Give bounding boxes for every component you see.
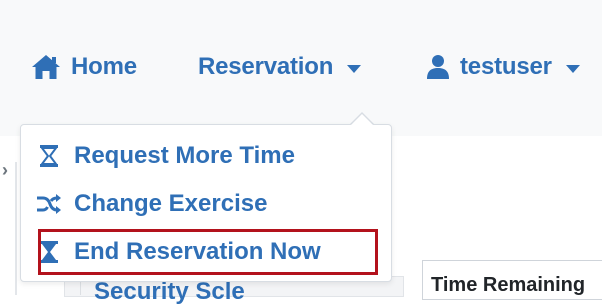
dropdown-arrow-fill <box>351 114 373 125</box>
time-remaining-box: Time Remaining <box>422 260 602 300</box>
time-remaining-label: Time Remaining <box>431 274 586 296</box>
sidebar-divider <box>15 162 17 295</box>
sidebar-toggle-icon[interactable]: › <box>2 160 8 181</box>
caret-down-icon <box>565 64 580 73</box>
nav-reservation-dropdown[interactable]: Reservation <box>198 52 362 82</box>
nav-reservation-label: Reservation <box>198 53 334 80</box>
nav-home[interactable]: Home <box>31 52 137 82</box>
nav-user-dropdown[interactable]: testuser <box>426 52 580 82</box>
menu-item-label: Change Exercise <box>74 190 268 217</box>
nav-home-label: Home <box>71 53 137 80</box>
shuffle-icon <box>36 193 62 215</box>
top-navbar: Home Reservation testuser <box>0 0 602 136</box>
highlight-box <box>38 229 378 275</box>
menu-item-label: Request More Time <box>74 142 295 169</box>
nav-user-label: testuser <box>460 53 552 80</box>
partially-hidden-menu-item[interactable]: Security Scle <box>94 278 245 306</box>
user-icon <box>426 54 450 80</box>
menu-item-request-more-time[interactable]: Request More Time <box>36 140 295 172</box>
home-icon <box>31 54 61 80</box>
hourglass-icon <box>36 144 62 168</box>
caret-down-icon <box>347 64 362 73</box>
menu-item-change-exercise[interactable]: Change Exercise <box>36 188 267 220</box>
